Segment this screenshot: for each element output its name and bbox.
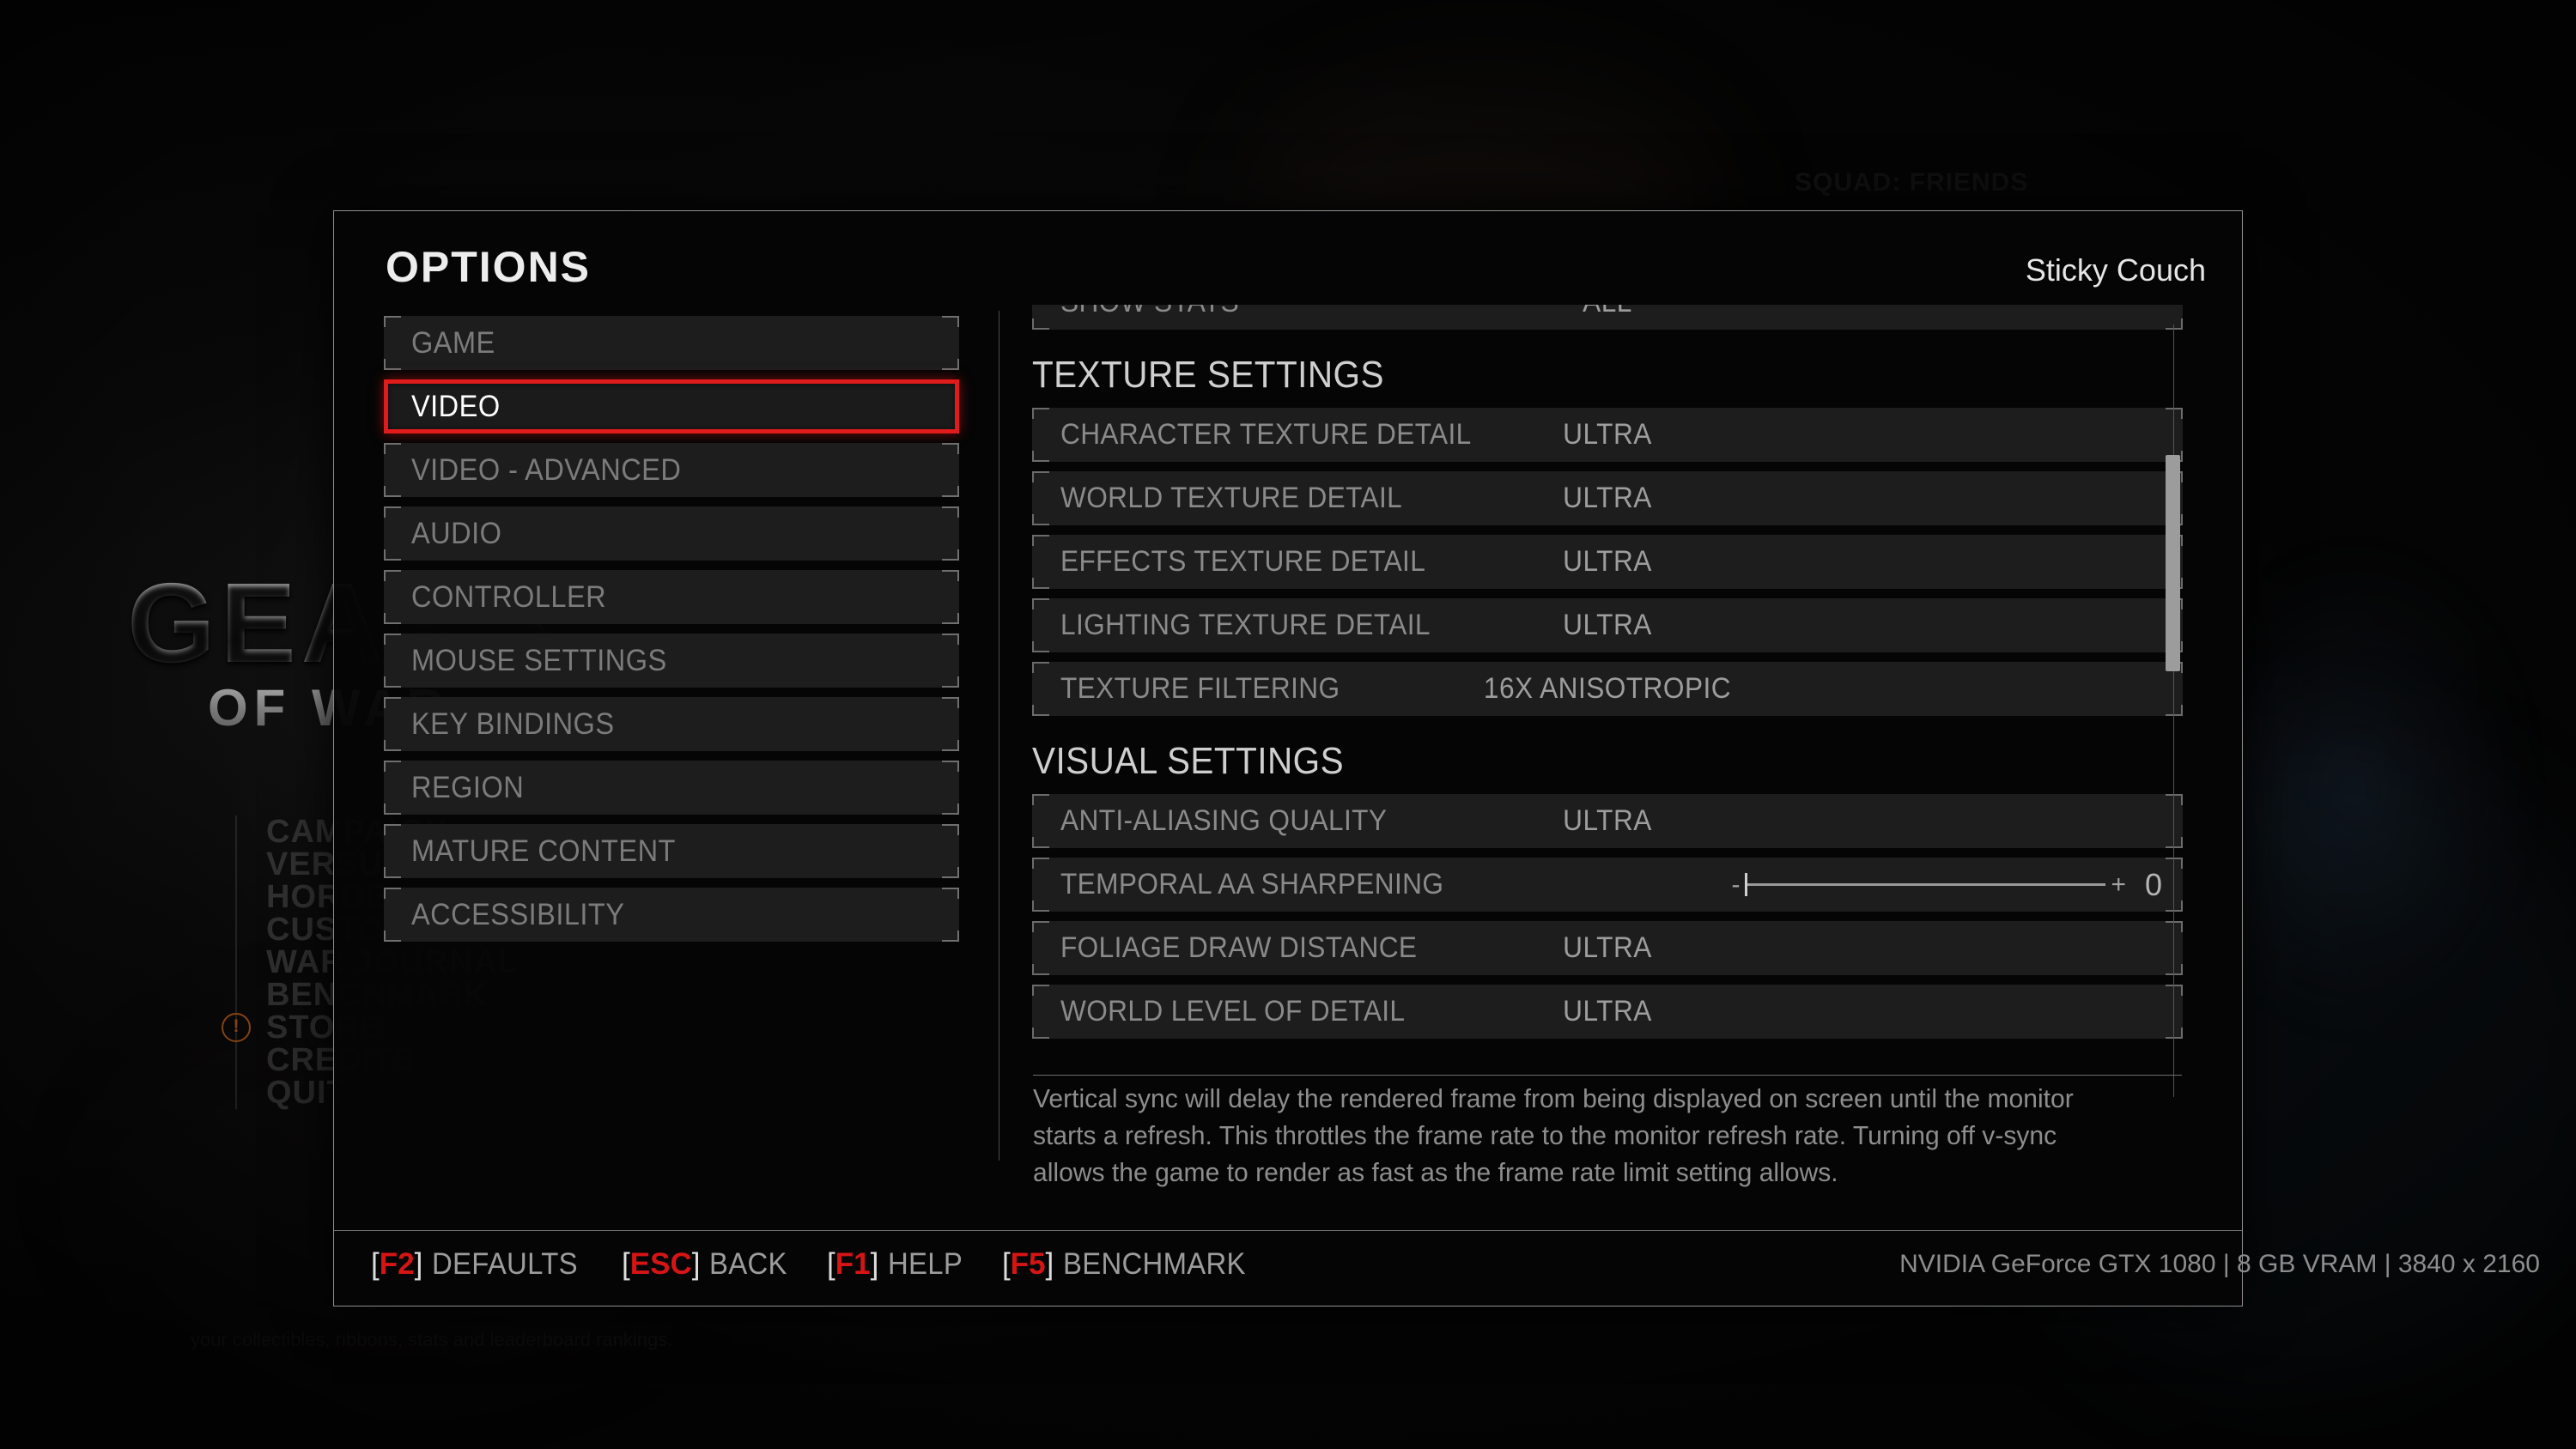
setting-row[interactable]: FOLIAGE DRAW DISTANCE ULTRA <box>1032 921 2183 975</box>
sidebar-item-label: MATURE CONTENT <box>411 834 676 868</box>
bracket-open: [ <box>622 1247 630 1281</box>
setting-label: LIGHTING TEXTURE DETAIL <box>1060 609 1431 641</box>
setting-label: CHARACTER TEXTURE DETAIL <box>1060 418 1472 451</box>
footer-hint[interactable]: [F5] BENCHMARK <box>1002 1247 1258 1282</box>
setting-value: ULTRA <box>1563 804 1652 837</box>
setting-label: FOLIAGE DRAW DISTANCE <box>1060 931 1418 964</box>
sidebar-item-region[interactable]: REGION <box>384 761 959 815</box>
slider-value: 0 <box>2144 866 2162 902</box>
setting-row[interactable]: WORLD LEVEL OF DETAIL ULTRA <box>1032 985 2183 1039</box>
footer-hint[interactable]: [F2] DEFAULTS <box>371 1247 587 1282</box>
setting-label: ANTI-ALIASING QUALITY <box>1060 804 1388 837</box>
bracket-close: ] <box>870 1247 879 1281</box>
bracket-open: [ <box>826 1247 835 1281</box>
setting-slider[interactable]: - +0 <box>1731 867 2162 903</box>
footer-hint[interactable]: [F1] HELP <box>827 1247 968 1282</box>
setting-row[interactable]: SHOW STATS ALL <box>1032 305 2183 330</box>
footer-hint-key: F5 <box>1010 1247 1046 1281</box>
bracket-close: ] <box>1045 1247 1054 1281</box>
sidebar-item-key-bindings[interactable]: KEY BINDINGS <box>384 697 959 751</box>
footer-hint-action: BACK <box>709 1247 788 1281</box>
setting-value: ULTRA <box>1563 545 1652 578</box>
sidebar-item-label: REGION <box>411 770 525 804</box>
footer-hint[interactable]: [ESC] BACK <box>622 1247 793 1282</box>
sidebar-item-accessibility[interactable]: ACCESSIBILITY <box>384 888 959 942</box>
footer-hint-action: HELP <box>888 1247 963 1281</box>
sidebar-item-label: CONTROLLER <box>411 579 607 614</box>
bracket-close: ] <box>414 1247 423 1281</box>
user-name: Sticky Couch <box>2025 252 2206 288</box>
sidebar-item-label: KEY BINDINGS <box>411 706 615 741</box>
setting-value: ULTRA <box>1563 995 1652 1028</box>
setting-label: SHOW STATS <box>1060 305 1239 319</box>
setting-label: WORLD LEVEL OF DETAIL <box>1060 995 1406 1028</box>
setting-value: ULTRA <box>1563 609 1652 641</box>
scrollbar-thumb[interactable] <box>2166 455 2180 671</box>
sidebar-item-label: GAME <box>411 325 495 360</box>
footer-hint-key: ESC <box>629 1247 692 1281</box>
sidebar-item-mature-content[interactable]: MATURE CONTENT <box>384 824 959 878</box>
sidebar-item-label: VIDEO <box>411 389 501 423</box>
slider-handle[interactable] <box>1745 873 1748 896</box>
sidebar-item-video[interactable]: VIDEO <box>384 379 959 433</box>
slider-increase-icon[interactable]: + <box>2111 871 2126 898</box>
system-info: NVIDIA GeForce GTX 1080 | 8 GB VRAM | 38… <box>1899 1250 2540 1278</box>
sidebar-item-label: VIDEO - ADVANCED <box>411 452 682 487</box>
setting-value: ULTRA <box>1563 482 1652 514</box>
setting-value: 16X ANISOTROPIC <box>1483 672 1732 705</box>
setting-label: TEXTURE FILTERING <box>1060 672 1340 705</box>
sidebar-item-mouse-settings[interactable]: MOUSE SETTINGS <box>384 634 959 688</box>
footer-hint-key: F1 <box>835 1247 871 1281</box>
bracket-open: [ <box>1001 1247 1011 1281</box>
setting-row[interactable]: WORLD TEXTURE DETAIL ULTRA <box>1032 471 2183 525</box>
sidebar-item-controller[interactable]: CONTROLLER <box>384 570 959 624</box>
options-category-nav: GAME VIDEO VIDEO - ADVANCED AUDIO CONTROLLER… <box>384 316 959 951</box>
footer-hints: [F2] DEFAULTS[ESC] BACK[F1] HELP[F5] BENCHMA… <box>371 1247 1258 1282</box>
description-separator <box>1033 1075 2182 1076</box>
setting-row[interactable]: ANTI-ALIASING QUALITY ULTRA <box>1032 794 2183 848</box>
setting-row[interactable]: TEMPORAL AA SHARPENING - +0 <box>1032 858 2183 912</box>
setting-row[interactable]: TEXTURE FILTERING 16X ANISOTROPIC <box>1032 662 2183 716</box>
setting-label: WORLD TEXTURE DETAIL <box>1060 482 1403 514</box>
page-title: OPTIONS <box>386 243 592 291</box>
setting-label: TEMPORAL AA SHARPENING <box>1060 868 1444 900</box>
bracket-close: ] <box>691 1247 701 1281</box>
settings-list[interactable]: SHOW STATS ALL TEXTURE SETTINGS CHARACTER T… <box>1032 305 2183 1077</box>
setting-value: ALL <box>1583 305 1632 319</box>
setting-row[interactable]: LIGHTING TEXTURE DETAIL ULTRA <box>1032 598 2183 652</box>
scrollbar-track[interactable] <box>2173 324 2174 1097</box>
setting-row[interactable]: EFFECTS TEXTURE DETAIL ULTRA <box>1032 535 2183 589</box>
setting-value: ULTRA <box>1563 931 1652 964</box>
dialog-header: OPTIONS Sticky Couch <box>334 211 2242 307</box>
slider-decrease-icon[interactable]: - <box>1731 871 1740 898</box>
sidebar-item-label: ACCESSIBILITY <box>411 897 625 931</box>
section-header: TEXTURE SETTINGS <box>1032 354 1384 396</box>
sidebar-item-video-advanced[interactable]: VIDEO - ADVANCED <box>384 443 959 497</box>
footer-separator <box>334 1230 2242 1231</box>
footer-hint-action: BENCHMARK <box>1063 1247 1247 1281</box>
footer-hint-action: DEFAULTS <box>432 1247 579 1281</box>
section-header: VISUAL SETTINGS <box>1032 740 1345 782</box>
footer-hint-key: F2 <box>379 1247 415 1281</box>
sidebar-item-label: AUDIO <box>411 516 502 550</box>
setting-value: ULTRA <box>1563 418 1652 451</box>
sidebar-item-label: MOUSE SETTINGS <box>411 643 667 677</box>
setting-label: EFFECTS TEXTURE DETAIL <box>1060 545 1426 578</box>
sidebar-item-audio[interactable]: AUDIO <box>384 506 959 561</box>
bracket-open: [ <box>371 1247 380 1281</box>
setting-row[interactable]: CHARACTER TEXTURE DETAIL ULTRA <box>1032 408 2183 462</box>
setting-description: Vertical sync will delay the rendered fr… <box>1033 1083 2074 1187</box>
sidebar-item-game[interactable]: GAME <box>384 316 959 370</box>
slider-track[interactable] <box>1745 873 2106 896</box>
